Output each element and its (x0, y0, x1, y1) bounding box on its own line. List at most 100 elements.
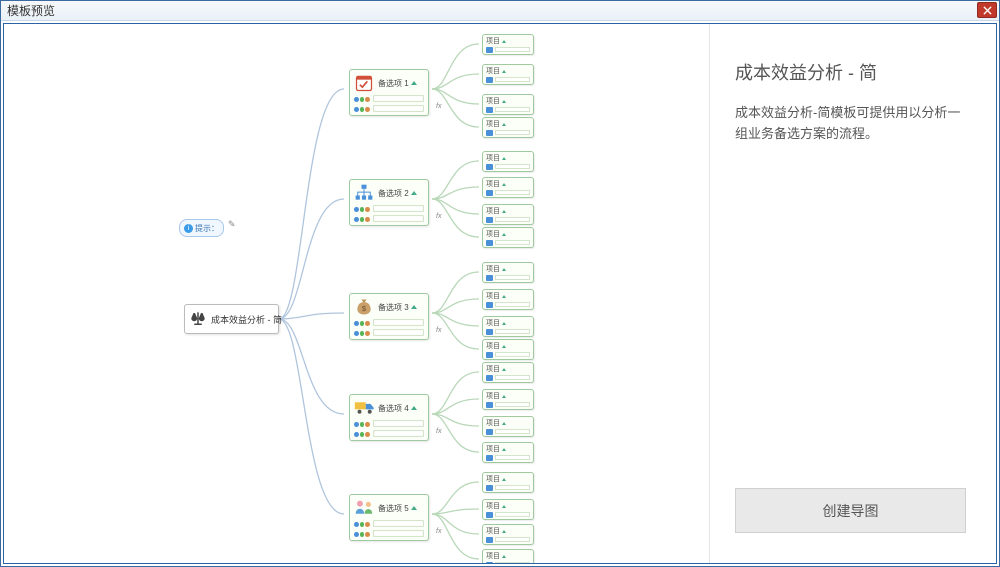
option-node-4[interactable]: 备选项 4 (349, 394, 429, 441)
expand-caret-icon (502, 157, 506, 160)
close-button[interactable] (977, 2, 997, 18)
item-node[interactable]: 项目 (482, 416, 534, 437)
expand-caret-icon (411, 506, 417, 510)
item-field (495, 537, 530, 542)
item-node[interactable]: 项目 (482, 289, 534, 310)
mini-field (373, 430, 424, 437)
create-map-button[interactable]: 创建导图 (735, 488, 966, 533)
option-label: 备选项 2 (378, 188, 409, 199)
tag-icons (354, 319, 370, 327)
mini-field (373, 205, 424, 212)
expand-caret-icon (411, 191, 417, 195)
item-label: 项目 (486, 444, 500, 454)
item-field (495, 47, 530, 52)
option-node-1[interactable]: 备选项 1 (349, 69, 429, 116)
item-field (495, 512, 530, 517)
tag-icons (354, 329, 370, 337)
item-field (495, 329, 530, 334)
expand-caret-icon (502, 295, 506, 298)
mini-field (373, 215, 424, 222)
mindmap-canvas[interactable]: i 提示： ✎ 成本效益分析 - 简 备选项 1 fx 备选项 2 fx $备选项 3 f… (4, 24, 709, 563)
item-label: 项目 (486, 66, 500, 76)
item-label: 项目 (486, 551, 500, 561)
item-node[interactable]: 项目 (482, 204, 534, 225)
option-node-2[interactable]: 备选项 2 (349, 179, 429, 226)
note-icon: ✎ (228, 219, 236, 230)
tag-icons (354, 530, 370, 538)
mini-field (373, 520, 424, 527)
item-node[interactable]: 项目 (482, 94, 534, 115)
item-icon (486, 429, 493, 435)
expand-caret-icon (502, 210, 506, 213)
item-node[interactable]: 项目 (482, 177, 534, 198)
fx-label: fx (436, 428, 441, 435)
item-node[interactable]: 项目 (482, 316, 534, 337)
tag-icons (354, 215, 370, 223)
item-node[interactable]: 项目 (482, 339, 534, 360)
item-label: 项目 (486, 264, 500, 274)
expand-caret-icon (502, 345, 506, 348)
item-label: 项目 (486, 364, 500, 374)
item-label: 项目 (486, 229, 500, 239)
item-label: 项目 (486, 96, 500, 106)
item-label: 项目 (486, 206, 500, 216)
item-icon (486, 537, 493, 543)
option-node-5[interactable]: 备选项 5 (349, 494, 429, 541)
item-field (495, 190, 530, 195)
content: i 提示： ✎ 成本效益分析 - 简 备选项 1 fx 备选项 2 fx $备选项 3 f… (3, 23, 997, 564)
item-icon (486, 190, 493, 196)
item-node[interactable]: 项目 (482, 549, 534, 563)
mini-field (373, 105, 424, 112)
expand-caret-icon (502, 530, 506, 533)
expand-caret-icon (502, 368, 506, 371)
item-node[interactable]: 项目 (482, 262, 534, 283)
item-field (495, 562, 530, 563)
item-label: 项目 (486, 341, 500, 351)
expand-caret-icon (502, 395, 506, 398)
item-field (495, 429, 530, 434)
item-node[interactable]: 项目 (482, 151, 534, 172)
item-icon (486, 562, 493, 563)
item-node[interactable]: 项目 (482, 117, 534, 138)
mini-field (373, 329, 424, 336)
expand-caret-icon (502, 183, 506, 186)
item-node[interactable]: 项目 (482, 64, 534, 85)
root-node[interactable]: 成本效益分析 - 简 (184, 304, 279, 334)
item-node[interactable]: 项目 (482, 362, 534, 383)
item-icon (486, 217, 493, 223)
item-label: 项目 (486, 474, 500, 484)
option-node-3[interactable]: $备选项 3 (349, 293, 429, 340)
expand-caret-icon (502, 100, 506, 103)
item-node[interactable]: 项目 (482, 227, 534, 248)
item-node[interactable]: 项目 (482, 472, 534, 493)
item-node[interactable]: 项目 (482, 499, 534, 520)
item-icon (486, 77, 493, 83)
item-node[interactable]: 项目 (482, 442, 534, 463)
tag-icons (354, 430, 370, 438)
expand-caret-icon (411, 305, 417, 309)
item-field (495, 130, 530, 135)
fx-label: fx (436, 327, 441, 334)
item-field (495, 402, 530, 407)
close-icon (983, 6, 992, 15)
tag-icons (354, 105, 370, 113)
item-field (495, 352, 530, 357)
people-icon (354, 498, 374, 518)
item-field (495, 164, 530, 169)
expand-caret-icon (502, 123, 506, 126)
expand-caret-icon (411, 406, 417, 410)
item-node[interactable]: 项目 (482, 34, 534, 55)
item-node[interactable]: 项目 (482, 524, 534, 545)
item-icon (486, 512, 493, 518)
side-panel: 成本效益分析 - 简 成本效益分析-简模板可提供用以分析一组业务备选方案的流程。… (709, 24, 996, 563)
item-label: 项目 (486, 179, 500, 189)
item-label: 项目 (486, 526, 500, 536)
item-node[interactable]: 项目 (482, 389, 534, 410)
item-field (495, 302, 530, 307)
calendar-icon (354, 73, 374, 93)
item-field (495, 77, 530, 82)
titlebar: 模板预览 (1, 1, 999, 21)
expand-caret-icon (502, 268, 506, 271)
fx-label: fx (436, 103, 441, 110)
hint-bubble[interactable]: i 提示： (179, 219, 224, 237)
